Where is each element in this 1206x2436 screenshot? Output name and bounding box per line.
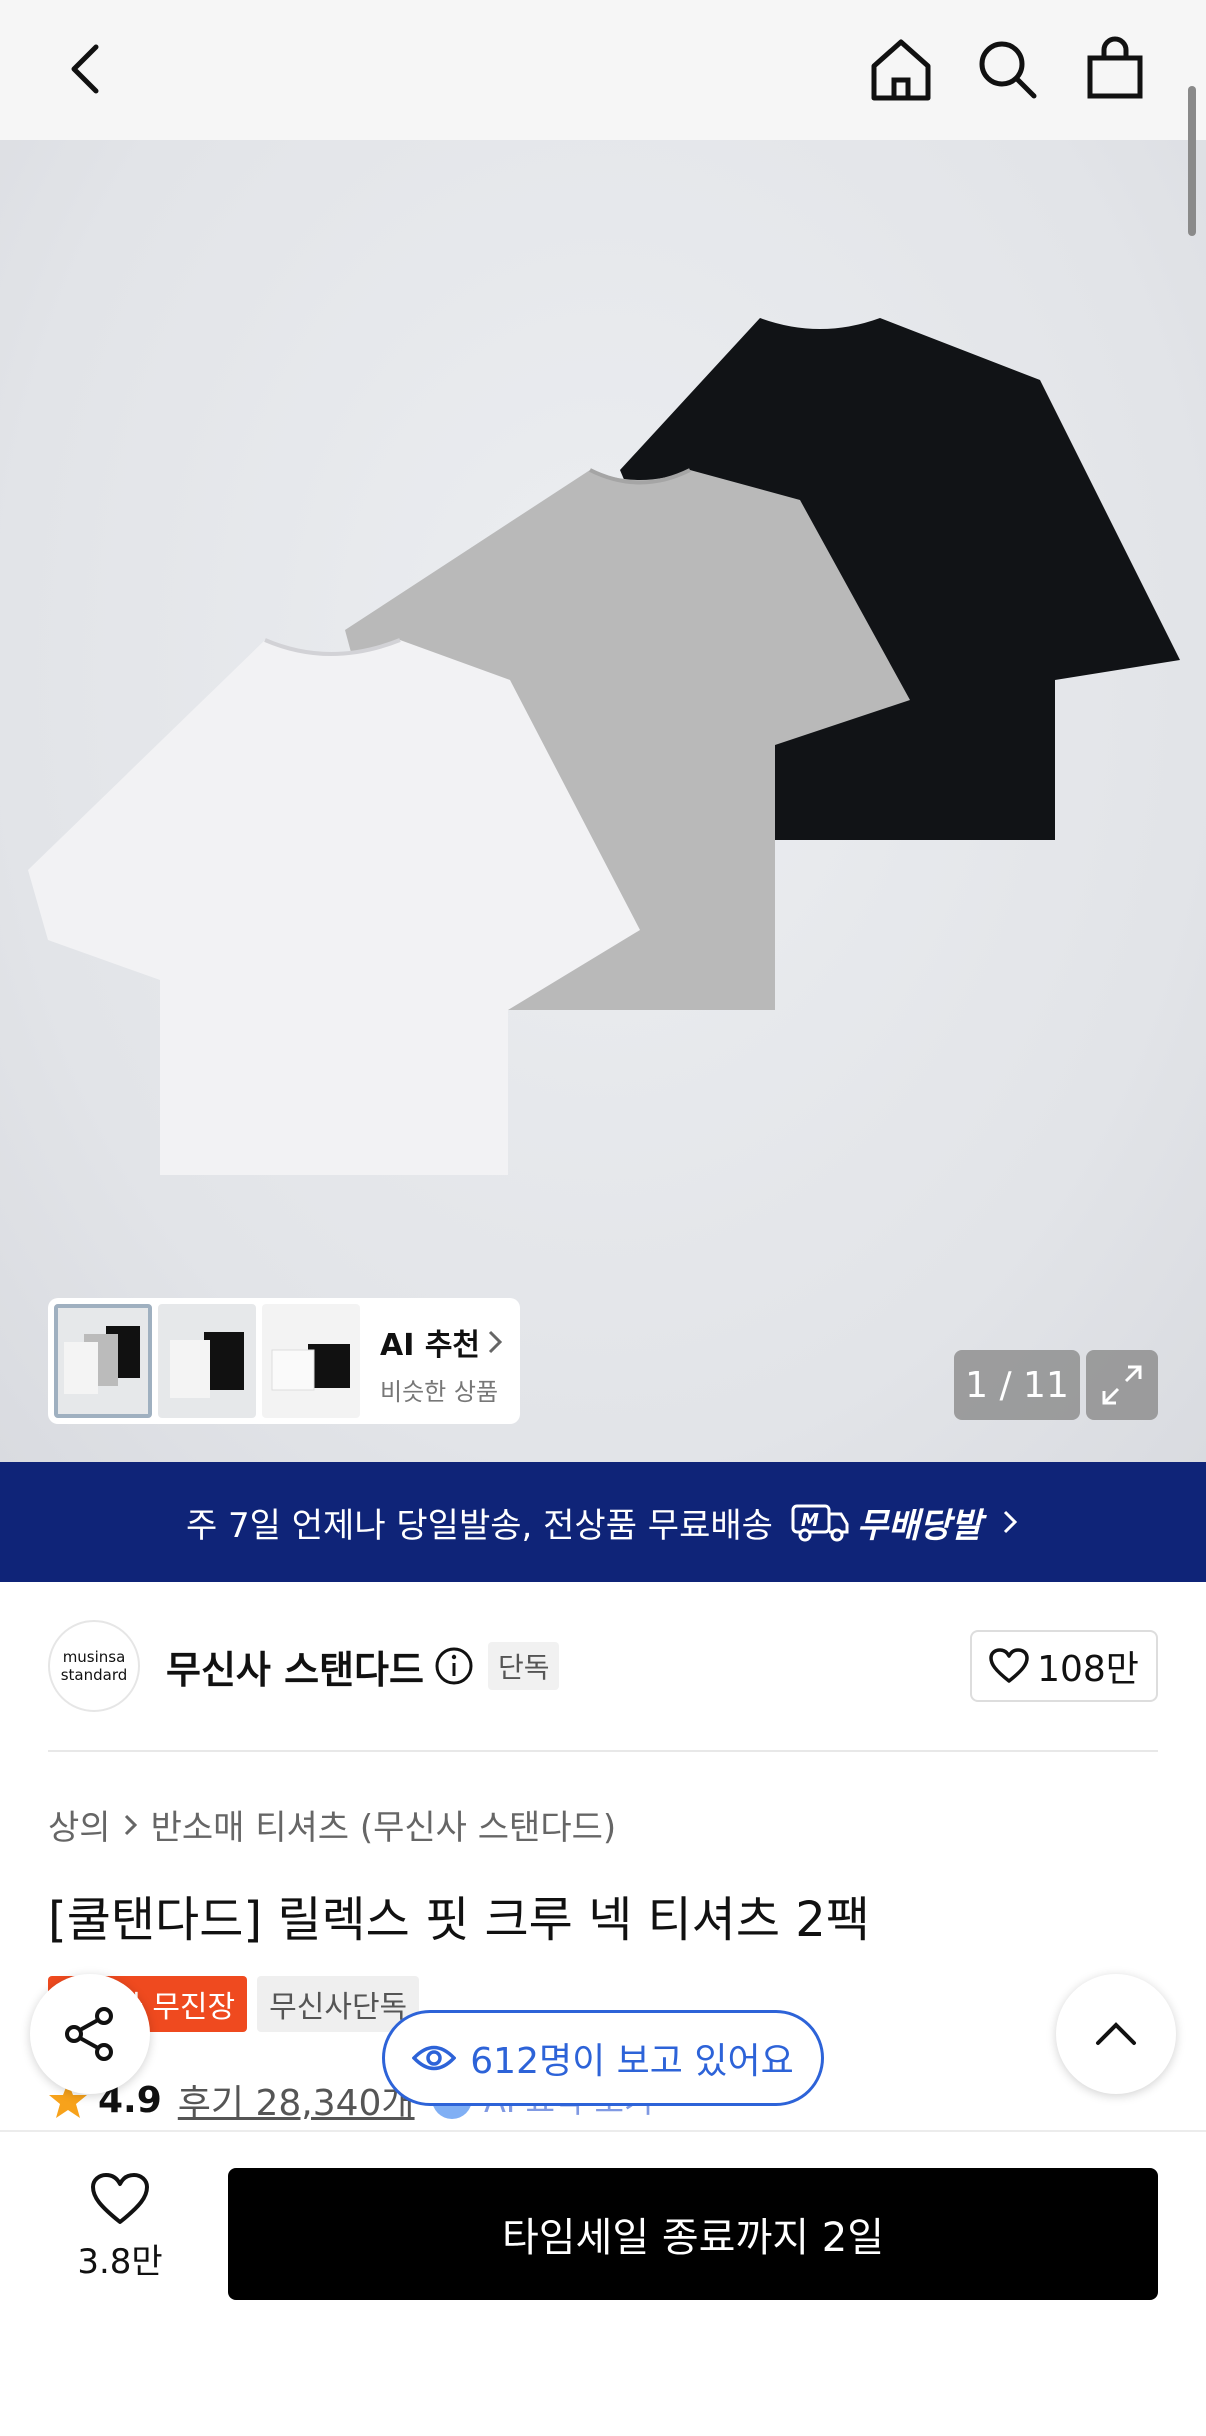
chevron-left-icon [71, 44, 99, 94]
heart-icon [989, 1648, 1029, 1683]
review-count-link[interactable]: 후기 28,340개 [178, 2074, 415, 2126]
product-title: [쿨탠다드] 릴렉스 핏 크루 넥 티셔츠 2팩 [48, 1892, 870, 1948]
exclusive-badge: 단독 [487, 1642, 560, 1690]
eye-icon [412, 2045, 457, 2071]
product-image-gallery[interactable]: AI 추천 비슷한 상품 1 / 11 [0, 140, 1206, 1462]
shopping-bag-icon [1087, 36, 1143, 99]
brand-logo-text-1: musinsa [62, 1648, 126, 1666]
expand-icon [1102, 1365, 1142, 1405]
thumbnail-1[interactable] [54, 1304, 152, 1418]
home-icon [871, 39, 931, 101]
image-counter: 1 / 11 [954, 1350, 1080, 1420]
delivery-truck-icon: M [791, 1504, 849, 1542]
brand-logo-text-2: standard [60, 1666, 128, 1684]
shipping-banner[interactable]: 주 7일 언제나 당일발송, 전상품 무료배송 M 무배당발 [0, 1462, 1206, 1582]
product-image [28, 318, 1180, 1175]
viewers-now-text: 612명이 보고 있어요 [470, 2041, 794, 2082]
brand-row: musinsa standard 무신사 스탠다드 단독 108만 [48, 1620, 1158, 1712]
breadcrumb-category[interactable]: 상의 [48, 1800, 111, 1849]
chevron-up-icon [1096, 2022, 1136, 2045]
search-button[interactable] [962, 24, 1052, 114]
scroll-to-top-button[interactable] [1056, 1974, 1176, 2094]
shipping-banner-text: 주 7일 언제나 당일발송, 전상품 무료배송 [185, 1505, 773, 1546]
wishlist-button[interactable]: 3.8만 [60, 2172, 180, 2283]
brand-like-count: 108만 [1037, 1649, 1139, 1690]
ai-recommend-link[interactable]: AI 추천 비슷한 상품 [366, 1304, 504, 1418]
home-button[interactable] [856, 24, 946, 114]
chevron-right-icon [124, 1814, 137, 1835]
breadcrumb-subcategory[interactable]: 반소매 티셔츠 (무신사 스탠다드) [151, 1800, 617, 1849]
cart-button[interactable] [1070, 24, 1160, 114]
share-button[interactable] [30, 1974, 150, 2094]
breadcrumb: 상의 반소매 티셔츠 (무신사 스탠다드) [48, 1800, 616, 1849]
expand-button[interactable] [1086, 1350, 1158, 1420]
wishlist-count: 3.8만 [77, 2242, 163, 2282]
brand-like-button[interactable]: 108만 [970, 1630, 1158, 1702]
free-shipping-brand-text: 무배당발 [856, 1505, 983, 1546]
ai-recommend-subtitle: 비슷한 상품 [380, 1378, 499, 1406]
thumbnail-strip: AI 추천 비슷한 상품 [48, 1298, 520, 1424]
brand-name[interactable]: 무신사 스탠다드 [166, 1639, 424, 1694]
free-shipping-brand: M 무배당발 [791, 1498, 982, 1547]
info-icon[interactable] [434, 1646, 474, 1686]
thumbnail-2[interactable] [158, 1304, 256, 1418]
ai-recommend-title: AI 추천 [380, 1328, 481, 1363]
chevron-right-icon [488, 1330, 503, 1354]
chevron-right-icon [1003, 1510, 1018, 1534]
top-nav-bar [0, 0, 1206, 140]
back-button[interactable] [40, 24, 130, 114]
share-icon [65, 2007, 113, 2061]
search-icon [979, 41, 1037, 99]
divider [48, 1750, 1158, 1752]
buy-button[interactable]: 타임세일 종료까지 2일 [228, 2168, 1158, 2300]
viewers-now-pill: 612명이 보고 있어요 [382, 2010, 824, 2106]
scrollbar[interactable] [1188, 86, 1196, 236]
heart-icon [91, 2173, 149, 2224]
brand-logo[interactable]: musinsa standard [48, 1620, 140, 1712]
bottom-action-bar: 3.8만 타임세일 종료까지 2일 [0, 2130, 1206, 2436]
ai-recommend-thumbnail[interactable] [262, 1304, 360, 1418]
svg-text:M: M [801, 1510, 819, 1531]
